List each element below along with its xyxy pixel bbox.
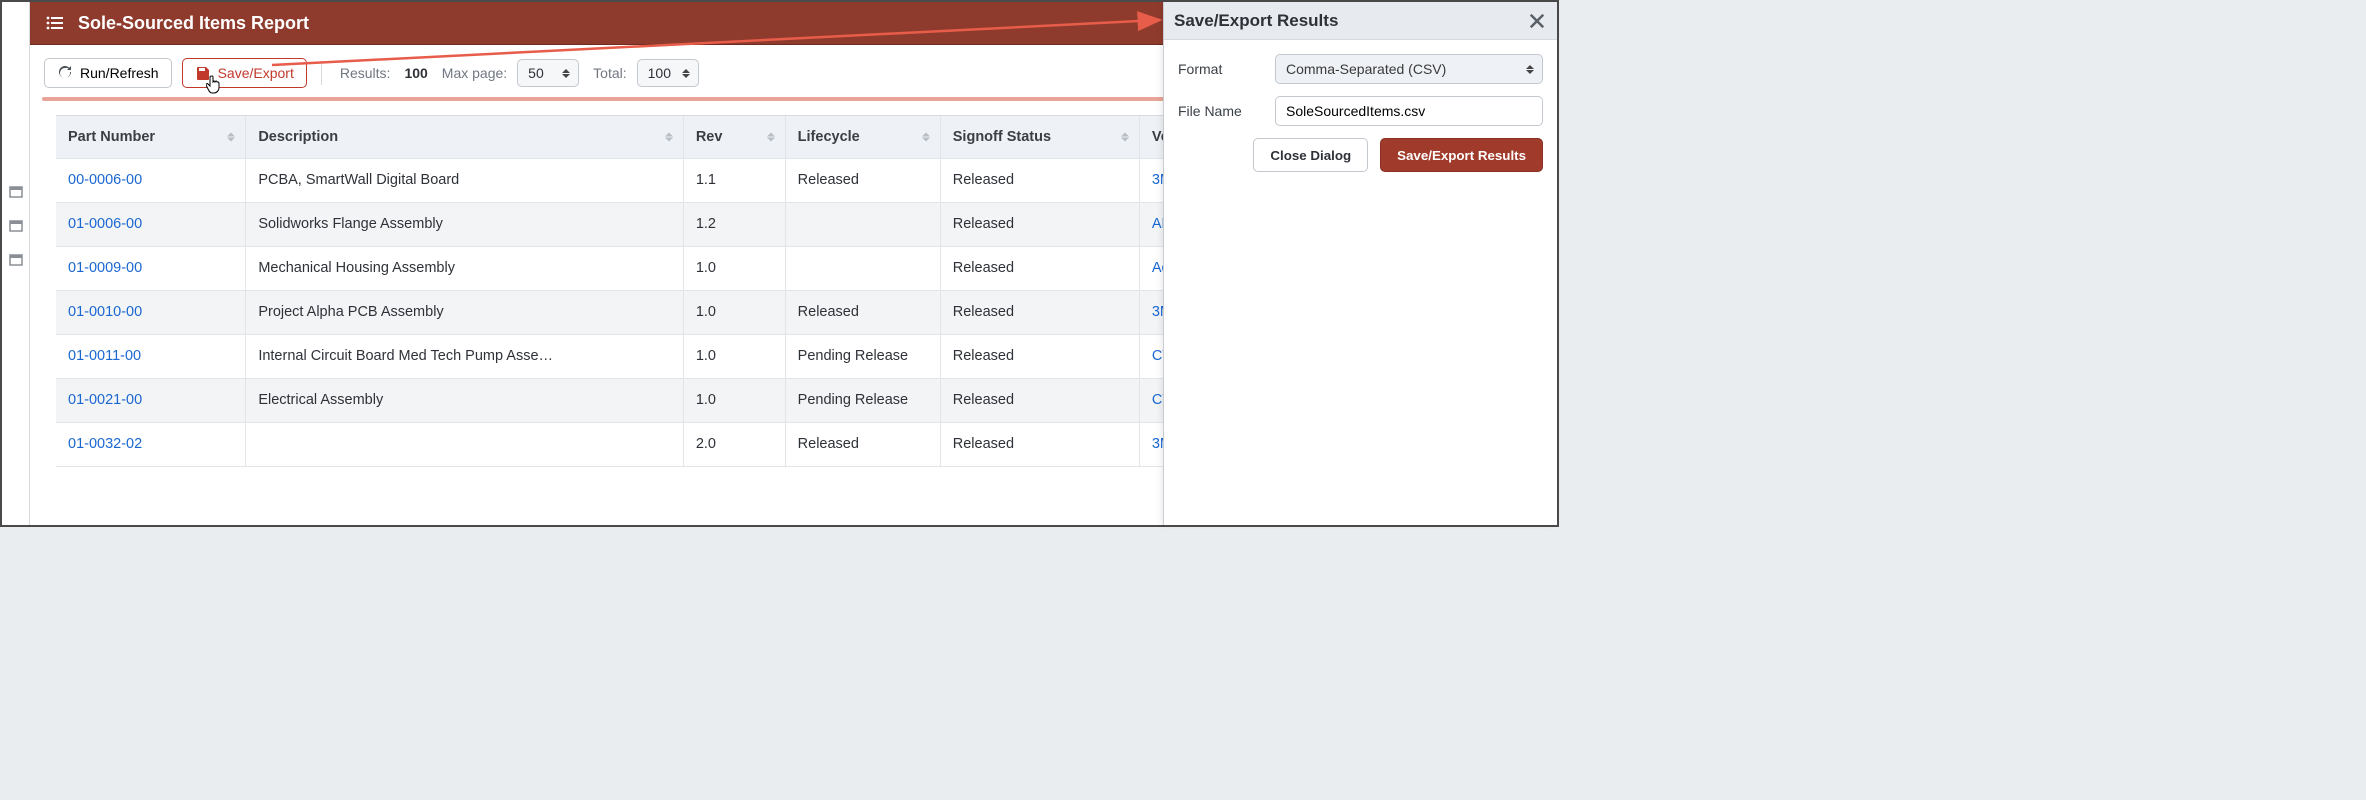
format-value: Comma-Separated (CSV) bbox=[1286, 61, 1446, 77]
format-row: Format Comma-Separated (CSV) bbox=[1178, 54, 1543, 84]
col-label: Part Number bbox=[68, 129, 155, 145]
save-export-button[interactable]: Save/Export bbox=[182, 58, 307, 88]
caret-icon bbox=[1524, 55, 1536, 83]
panel-body: Format Comma-Separated (CSV) File Name C… bbox=[1164, 40, 1557, 186]
cell-description: Internal Circuit Board Med Tech Pump Ass… bbox=[246, 334, 684, 378]
pointer-cursor bbox=[206, 75, 222, 95]
page-title: Sole-Sourced Items Report bbox=[78, 13, 309, 34]
caret-icon bbox=[560, 60, 572, 86]
part-number-link[interactable]: 01-0010-00 bbox=[68, 304, 142, 320]
cell-rev: 1.0 bbox=[683, 334, 785, 378]
filename-row: File Name bbox=[1178, 96, 1543, 126]
cell-lifecycle bbox=[785, 202, 940, 246]
total-label: Total: bbox=[593, 65, 626, 81]
maxpage-label: Max page: bbox=[442, 65, 507, 81]
results-label: Results: bbox=[340, 65, 391, 81]
cell-part-number: 01-0009-00 bbox=[56, 246, 246, 290]
cell-signoff: Released bbox=[940, 422, 1139, 466]
cell-lifecycle: Released bbox=[785, 290, 940, 334]
cell-signoff: Released bbox=[940, 378, 1139, 422]
col-lifecycle[interactable]: Lifecycle bbox=[785, 116, 940, 158]
maxpage-select[interactable]: 50 bbox=[517, 59, 579, 87]
cell-signoff: Released bbox=[940, 334, 1139, 378]
cell-description: Mechanical Housing Assembly bbox=[246, 246, 684, 290]
panel-header: Save/Export Results bbox=[1164, 2, 1557, 40]
cell-lifecycle bbox=[785, 246, 940, 290]
close-icon[interactable] bbox=[1527, 11, 1547, 31]
cell-lifecycle: Pending Release bbox=[785, 378, 940, 422]
sort-icon bbox=[665, 132, 673, 141]
cell-lifecycle: Released bbox=[785, 422, 940, 466]
report-icon[interactable] bbox=[8, 184, 24, 200]
divider bbox=[321, 61, 322, 85]
cell-part-number: 01-0011-00 bbox=[56, 334, 246, 378]
total-value: 100 bbox=[648, 65, 671, 81]
menu-icon[interactable] bbox=[42, 10, 68, 36]
maxpage-value: 50 bbox=[528, 65, 544, 81]
cell-rev: 2.0 bbox=[683, 422, 785, 466]
cell-description: Electrical Assembly bbox=[246, 378, 684, 422]
left-rail bbox=[2, 2, 30, 525]
results-value: 100 bbox=[404, 65, 427, 81]
col-label: Signoff Status bbox=[953, 129, 1051, 145]
cell-lifecycle: Pending Release bbox=[785, 334, 940, 378]
cell-description bbox=[246, 422, 684, 466]
col-part-number[interactable]: Part Number bbox=[56, 116, 246, 158]
cell-rev: 1.1 bbox=[683, 158, 785, 202]
cell-rev: 1.0 bbox=[683, 290, 785, 334]
save-export-results-button[interactable]: Save/Export Results bbox=[1380, 138, 1543, 172]
col-description[interactable]: Description bbox=[246, 116, 684, 158]
format-label: Format bbox=[1178, 61, 1222, 77]
part-number-link[interactable]: 01-0009-00 bbox=[68, 260, 142, 276]
col-signoff[interactable]: Signoff Status bbox=[940, 116, 1139, 158]
part-number-link[interactable]: 00-0006-00 bbox=[68, 172, 142, 188]
cell-description: Solidworks Flange Assembly bbox=[246, 202, 684, 246]
sort-icon bbox=[767, 132, 775, 141]
refresh-icon bbox=[57, 65, 73, 81]
part-number-link[interactable]: 01-0006-00 bbox=[68, 216, 142, 232]
cell-signoff: Released bbox=[940, 290, 1139, 334]
col-label: Description bbox=[258, 129, 338, 145]
cell-signoff: Released bbox=[940, 158, 1139, 202]
cell-part-number: 01-0032-02 bbox=[56, 422, 246, 466]
run-refresh-button[interactable]: Run/Refresh bbox=[44, 58, 172, 88]
report-icon[interactable] bbox=[8, 252, 24, 268]
cell-description: Project Alpha PCB Assembly bbox=[246, 290, 684, 334]
filename-input[interactable] bbox=[1275, 96, 1543, 126]
cell-description: PCBA, SmartWall Digital Board bbox=[246, 158, 684, 202]
cell-part-number: 01-0010-00 bbox=[56, 290, 246, 334]
cell-signoff: Released bbox=[940, 202, 1139, 246]
panel-title: Save/Export Results bbox=[1174, 11, 1338, 31]
part-number-link[interactable]: 01-0011-00 bbox=[68, 348, 141, 364]
part-number-link[interactable]: 01-0032-02 bbox=[68, 436, 142, 452]
part-number-link[interactable]: 01-0021-00 bbox=[68, 392, 142, 408]
col-label: Lifecycle bbox=[798, 129, 860, 145]
cell-part-number: 01-0021-00 bbox=[56, 378, 246, 422]
caret-icon bbox=[680, 60, 692, 86]
format-select[interactable]: Comma-Separated (CSV) bbox=[1275, 54, 1543, 84]
col-rev[interactable]: Rev bbox=[683, 116, 785, 158]
filename-label: File Name bbox=[1178, 103, 1242, 119]
panel-actions: Close Dialog Save/Export Results bbox=[1178, 138, 1543, 172]
run-refresh-label: Run/Refresh bbox=[80, 65, 159, 81]
cell-signoff: Released bbox=[940, 246, 1139, 290]
save-export-label: Save/Export bbox=[218, 65, 294, 81]
cell-rev: 1.0 bbox=[683, 378, 785, 422]
cell-rev: 1.0 bbox=[683, 246, 785, 290]
total-select[interactable]: 100 bbox=[637, 59, 699, 87]
sort-icon bbox=[227, 132, 235, 141]
close-dialog-button[interactable]: Close Dialog bbox=[1253, 138, 1368, 172]
sort-icon bbox=[922, 132, 930, 141]
cell-part-number: 00-0006-00 bbox=[56, 158, 246, 202]
save-export-panel: Save/Export Results Format Comma-Separat… bbox=[1163, 2, 1557, 525]
col-label: Rev bbox=[696, 129, 723, 145]
sort-icon bbox=[1121, 132, 1129, 141]
cell-lifecycle: Released bbox=[785, 158, 940, 202]
report-icon[interactable] bbox=[8, 218, 24, 234]
cell-part-number: 01-0006-00 bbox=[56, 202, 246, 246]
cell-rev: 1.2 bbox=[683, 202, 785, 246]
